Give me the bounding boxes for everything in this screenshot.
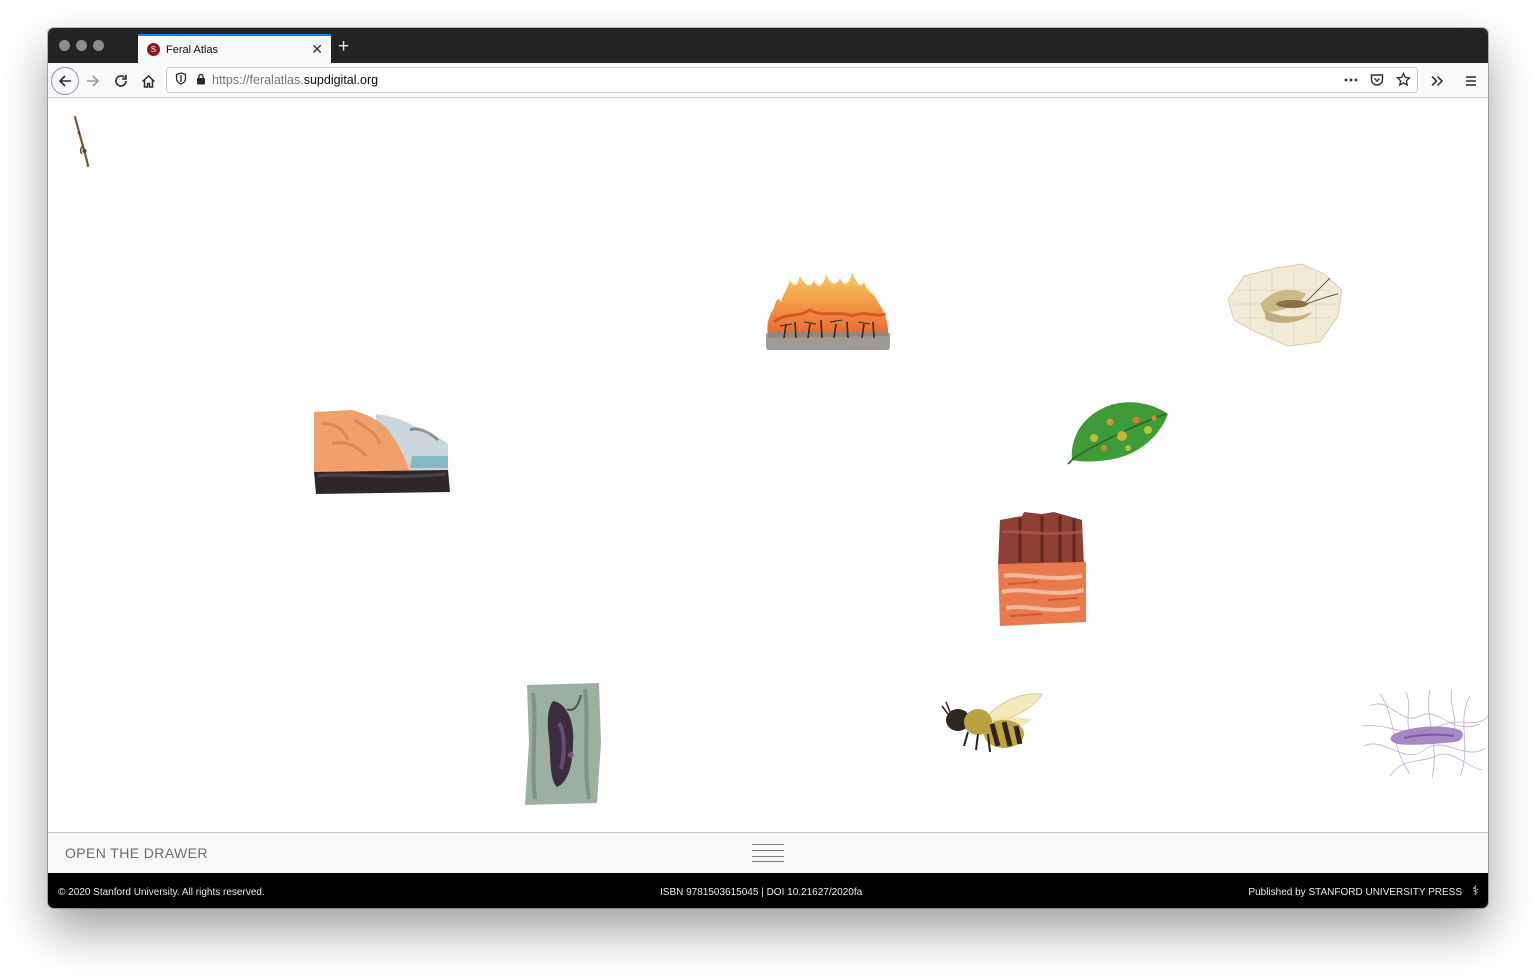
twig-illustration[interactable] — [68, 114, 98, 170]
address-bar-actions — [1344, 71, 1411, 92]
honeybee-illustration[interactable] — [938, 690, 1048, 766]
hamburger-menu-icon[interactable] — [1457, 67, 1485, 95]
maximize-window-dot[interactable] — [93, 40, 104, 51]
back-arrow-icon[interactable] — [51, 67, 79, 95]
url-text[interactable]: https://feralatlas.supdigital.org — [212, 73, 378, 87]
open-drawer-button[interactable]: OPEN THE DRAWER — [65, 845, 208, 861]
home-icon[interactable] — [134, 67, 162, 95]
wildfire-illustration[interactable] — [764, 262, 892, 354]
lock-icon[interactable] — [196, 73, 206, 88]
spotted-leaf-illustration[interactable] — [1064, 400, 1172, 466]
url-prefix: https://feralatlas. — [212, 73, 304, 87]
red-rock-mesa-illustration[interactable] — [998, 512, 1088, 626]
drawer-bar: OPEN THE DRAWER — [48, 832, 1488, 873]
url-domain: supdigital.org — [303, 73, 379, 87]
coastal-cliff-illustration[interactable] — [314, 410, 450, 494]
minimize-window-dot[interactable] — [76, 40, 87, 51]
new-tab-icon[interactable]: + — [338, 37, 349, 56]
pocket-icon[interactable] — [1370, 71, 1384, 92]
forward-arrow-icon[interactable] — [79, 67, 107, 95]
tab-strip: S Feral Atlas ✕ + — [48, 28, 1488, 63]
reload-icon[interactable] — [107, 67, 135, 95]
site-footer: © 2020 Stanford University. All rights r… — [48, 873, 1488, 908]
moth-illustration[interactable] — [1220, 260, 1348, 352]
tree-bark-illustration[interactable] — [523, 683, 603, 805]
stanford-tree-icon: ⚕ — [1471, 883, 1479, 898]
tab-feral-atlas[interactable]: S Feral Atlas ✕ — [138, 34, 331, 63]
more-actions-icon[interactable] — [1344, 71, 1358, 92]
tab-title: Feral Atlas — [166, 43, 218, 56]
shield-icon[interactable] — [175, 72, 187, 88]
close-window-dot[interactable] — [59, 40, 70, 51]
close-tab-icon[interactable]: ✕ — [311, 41, 323, 57]
navigation-toolbar: https://feralatlas.supdigital.org — [48, 63, 1488, 98]
browser-window: S Feral Atlas ✕ + https://feralatlas.sup… — [48, 28, 1488, 908]
page-canvas — [48, 98, 1488, 833]
isbn-doi-text: ISBN 9781503615045 | DOI 10.21627/2020fa — [660, 887, 863, 898]
drawer-handle-icon[interactable] — [752, 844, 784, 862]
bacterium-illustration[interactable] — [1360, 686, 1488, 782]
copyright-text: © 2020 Stanford University. All rights r… — [58, 887, 265, 898]
favicon-icon: S — [147, 43, 160, 56]
bookmark-star-icon[interactable] — [1396, 71, 1411, 92]
publisher-link[interactable]: Published by STANFORD UNIVERSITY PRESS — [1248, 887, 1462, 898]
overflow-chevrons-icon[interactable] — [1423, 67, 1451, 95]
address-bar[interactable]: https://feralatlas.supdigital.org — [166, 67, 1418, 93]
